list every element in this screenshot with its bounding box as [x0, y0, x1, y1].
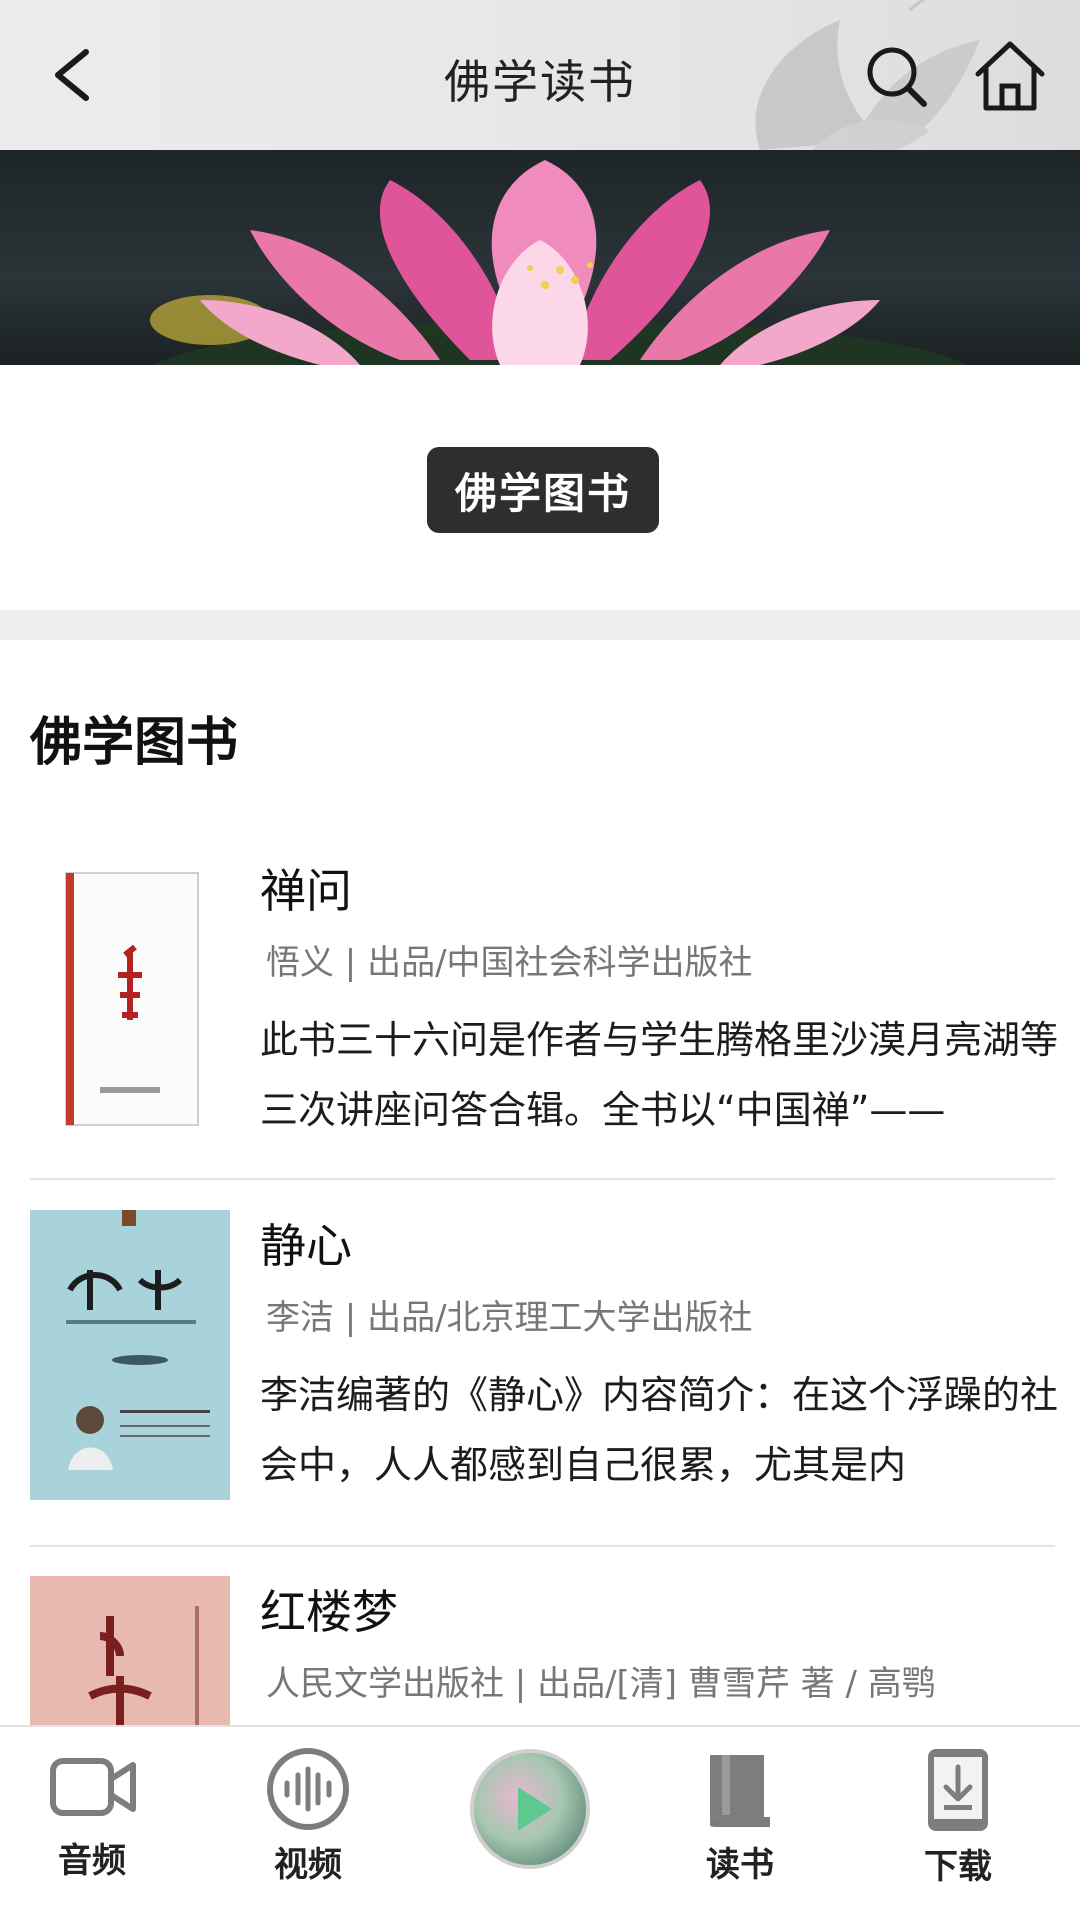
lotus-banner [0, 150, 1080, 365]
search-icon [867, 47, 927, 107]
book-meta: 悟义 | 出品/中国社会科学出版社 [266, 943, 753, 983]
video-camera-icon [50, 1758, 136, 1816]
book-description: 李洁编著的《静心》内容简介：在这个浮躁的社会中，人人都感到自己很累，尤其是内 [260, 1373, 1059, 1487]
home-button[interactable] [970, 38, 1050, 114]
download-icon [928, 1749, 988, 1831]
book-icon [710, 1755, 770, 1827]
book-item[interactable]: 禅问 悟义 | 出品/中国社会科学出版社 此书三十六问是作者与学生腾格里沙漠月亮… [30, 855, 1058, 1215]
book-cover-image [30, 1210, 230, 1500]
book-meta: 李洁 | 出品/北京理工大学出版社 [266, 1298, 753, 1338]
category-area: 佛学图书 [0, 365, 1080, 610]
home-icon [975, 41, 1045, 111]
book-title: 禅问 [260, 864, 352, 918]
nav-label: 视频 [274, 1845, 342, 1885]
bottom-navigation: 音频 视频 读书 下载 [0, 1725, 1080, 1922]
book-meta: 人民文学出版社 | 出品/[清] 曹雪芹 著 / 高鹗 [266, 1664, 936, 1704]
nav-item-video[interactable]: 视频 [238, 1747, 378, 1907]
nav-label: 下载 [924, 1847, 992, 1887]
category-button-buddhist-books[interactable]: 佛学图书 [427, 447, 659, 533]
section-separator [0, 610, 1080, 640]
book-title: 红楼梦 [260, 1585, 398, 1639]
nav-item-read[interactable]: 读书 [670, 1747, 810, 1907]
book-title: 静心 [260, 1219, 352, 1273]
book-description: 此书三十六问是作者与学生腾格里沙漠月亮湖等三次讲座问答合辑。全书以“中国禅”—— [260, 1018, 1059, 1132]
nav-label: 读书 [706, 1845, 774, 1885]
section-title: 佛学图书 [30, 713, 239, 773]
center-play-button[interactable] [470, 1749, 590, 1869]
audio-wave-icon [267, 1748, 349, 1830]
book-cover-image [30, 1576, 230, 1726]
top-bar: 佛学读书 [0, 0, 1080, 150]
play-icon [518, 1787, 552, 1831]
divider [30, 1545, 1055, 1547]
book-item[interactable]: 红楼梦 人民文学出版社 | 出品/[清] 曹雪芹 著 / 高鹗 [30, 1576, 1055, 1726]
nav-label: 音频 [58, 1841, 126, 1881]
nav-item-download[interactable]: 下载 [888, 1747, 1028, 1907]
divider [30, 1178, 1055, 1180]
book-cover-image [30, 855, 230, 1145]
search-button[interactable] [862, 42, 932, 112]
nav-item-audio[interactable]: 音频 [22, 1747, 162, 1907]
book-item[interactable]: 静心 李洁 | 出品/北京理工大学出版社 李洁编著的《静心》内容简介：在这个浮躁… [30, 1210, 1058, 1570]
lotus-image [150, 160, 967, 365]
